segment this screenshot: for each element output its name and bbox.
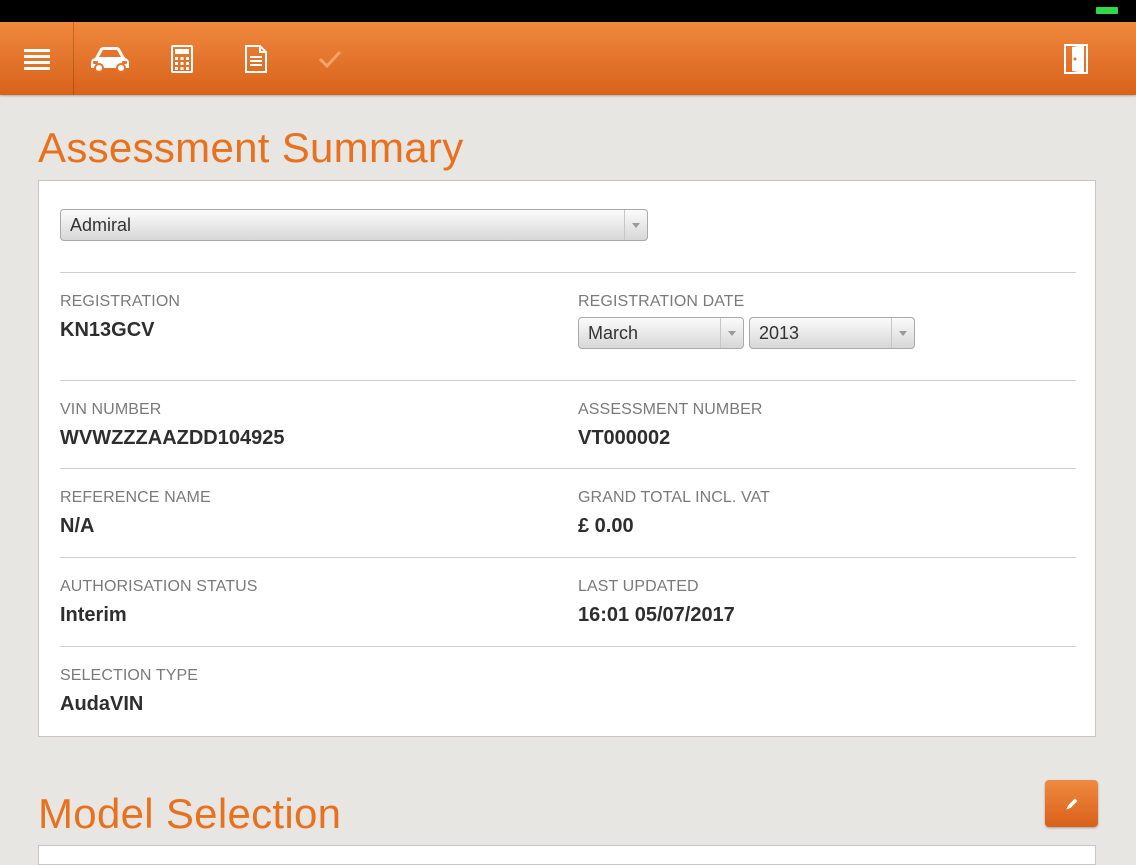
registration-label: REGISTRATION <box>60 293 181 310</box>
registration-month-value: March <box>588 323 639 343</box>
toolbar-divider <box>73 22 74 95</box>
pencil-icon <box>1066 798 1077 809</box>
divider <box>60 468 1076 469</box>
authorisation-status-value: Interim <box>60 604 127 626</box>
edit-model-button[interactable] <box>1045 780 1098 827</box>
chevron-down-icon <box>624 210 647 240</box>
divider <box>60 380 1076 381</box>
divider <box>60 557 1076 558</box>
grand-total-value: £ 0.00 <box>578 515 634 537</box>
reference-name-value: N/A <box>60 515 95 537</box>
vin-number-value: WVWZZZAAZDD104925 <box>60 427 285 449</box>
vin-number-label: VIN NUMBER <box>60 401 162 418</box>
document-button[interactable] <box>234 22 278 95</box>
confirm-button[interactable] <box>308 22 352 95</box>
assessment-number-label: ASSESSMENT NUMBER <box>578 401 763 418</box>
registration-date-label: REGISTRATION DATE <box>578 293 745 310</box>
model-selection-title: Model Selection <box>38 790 342 837</box>
battery-icon <box>1096 7 1118 14</box>
model-selection-card <box>38 845 1096 865</box>
registration-value: KN13GCV <box>60 319 155 341</box>
assessment-summary-title: Assessment Summary <box>38 124 464 171</box>
exit-button[interactable] <box>1054 22 1098 95</box>
document-icon <box>245 44 267 73</box>
exit-door-icon <box>1064 43 1088 74</box>
vehicle-button[interactable] <box>82 22 138 95</box>
reference-name-label: REFERENCE NAME <box>60 489 211 506</box>
status-bar <box>0 0 1136 22</box>
divider <box>60 272 1076 273</box>
calculator-icon <box>171 44 193 73</box>
car-icon <box>91 46 129 73</box>
registration-month-select[interactable]: March <box>578 317 744 349</box>
assessment-number-value: VT000002 <box>578 427 671 449</box>
last-updated-value: 16:01 05/07/2017 <box>578 604 735 626</box>
divider <box>60 646 1076 647</box>
chevron-down-icon <box>891 318 914 348</box>
insurer-select-value: Admiral <box>70 215 132 235</box>
top-toolbar <box>0 22 1136 95</box>
chevron-down-icon <box>720 318 743 348</box>
registration-year-value: 2013 <box>759 323 800 343</box>
checkmark-icon <box>318 50 342 68</box>
menu-icon <box>23 48 50 70</box>
assessment-summary-card: Admiral REGISTRATION KN13GCV REGISTRATIO… <box>38 180 1096 737</box>
grand-total-label: GRAND TOTAL INCL. VAT <box>578 489 771 506</box>
insurer-select[interactable]: Admiral <box>60 209 648 241</box>
last-updated-label: LAST UPDATED <box>578 578 699 595</box>
selection-type-value: AudaVIN <box>60 693 144 715</box>
menu-button[interactable] <box>0 22 73 95</box>
registration-year-select[interactable]: 2013 <box>749 317 915 349</box>
authorisation-status-label: AUTHORISATION STATUS <box>60 578 258 595</box>
selection-type-label: SELECTION TYPE <box>60 667 199 684</box>
calculator-button[interactable] <box>160 22 204 95</box>
